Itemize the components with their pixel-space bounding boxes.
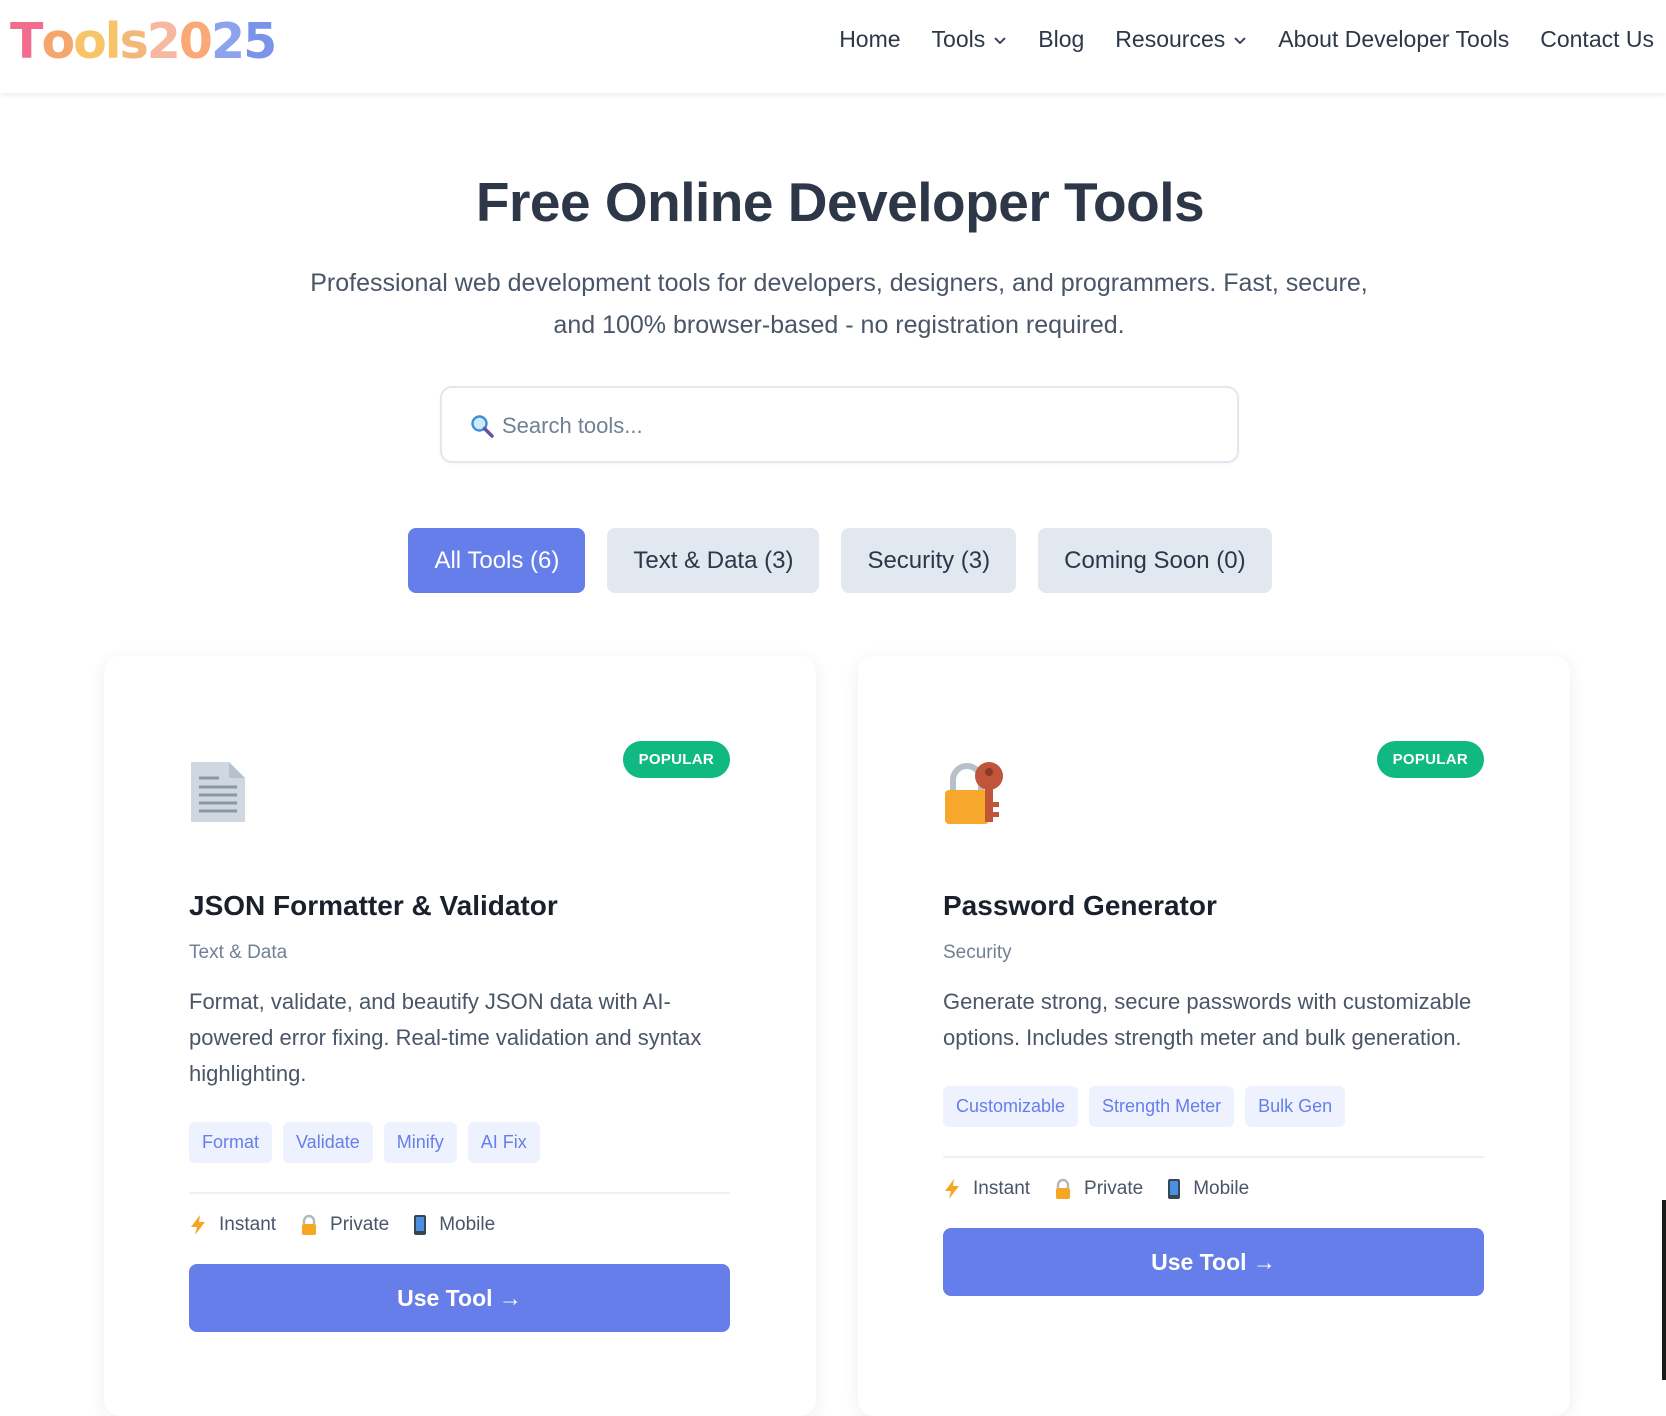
use-tool-button[interactable]: Use Tool → (943, 1228, 1484, 1296)
nav-home[interactable]: Home (839, 26, 900, 53)
lock-icon (302, 1214, 317, 1235)
filter-security[interactable]: Security (3) (841, 528, 1017, 593)
tag: Minify (383, 1122, 457, 1163)
feature-label: Mobile (439, 1214, 496, 1235)
nav-resources-label: Resources (1115, 26, 1226, 52)
card-features: Instant Private Mobile (943, 1178, 1273, 1200)
card-features: Instant Private Mobile (189, 1214, 519, 1236)
feature-label: Instant (219, 1214, 277, 1235)
popular-badge: POPULAR (1376, 741, 1484, 778)
card-description: Generate strong, secure passwords with c… (943, 989, 1472, 1050)
card-divider (189, 1192, 730, 1194)
feature-label: Mobile (1193, 1178, 1250, 1199)
tag: Bulk Gen (1245, 1086, 1346, 1127)
site-logo[interactable]: Tools2025 (10, 12, 277, 72)
feature-label: Private (330, 1214, 390, 1235)
feature-instant: Instant (189, 1214, 276, 1236)
lightning-icon (191, 1215, 205, 1235)
scrollbar-edge[interactable] (1662, 1200, 1666, 1380)
search-icon (471, 415, 494, 438)
nav-tools-label: Tools (931, 26, 986, 52)
feature-mobile: Mobile (413, 1214, 495, 1236)
tag: Validate (283, 1122, 373, 1163)
chevron-down-icon (1234, 36, 1246, 44)
lightning-icon (945, 1179, 959, 1199)
nav-contact[interactable]: Contact Us (1540, 26, 1654, 53)
card-category: Text & Data (189, 942, 288, 963)
filter-text-data[interactable]: Text & Data (3) (607, 528, 820, 593)
card-tags: Customizable Strength Meter Bulk Gen (943, 1086, 1356, 1127)
nav-home-label: Home (839, 26, 901, 52)
tag: Customizable (943, 1086, 1079, 1127)
feature-label: Private (1084, 1178, 1144, 1199)
document-icon (191, 762, 245, 822)
nav-about[interactable]: About Developer Tools (1278, 26, 1509, 53)
card-divider (943, 1156, 1484, 1158)
lock-icon (1056, 1178, 1071, 1199)
card-category: Security (943, 942, 1012, 963)
chevron-down-icon (994, 36, 1006, 44)
nav-blog[interactable]: Blog (1038, 26, 1084, 53)
search-input[interactable] (502, 406, 1202, 446)
tool-card-json: POPULAR JSON Formatter & Validator Text … (104, 656, 816, 1416)
card-description: Format, validate, and beautify JSON data… (189, 989, 702, 1086)
card-title: JSON Formatter & Validator (189, 890, 558, 921)
tag: Strength Meter (1089, 1086, 1235, 1127)
nav-resources[interactable]: Resources (1115, 26, 1247, 53)
feature-private: Private (1054, 1178, 1143, 1200)
nav-blog-label: Blog (1038, 26, 1085, 52)
main-nav: Home Tools Blog Resources About Develope… (808, 26, 1654, 53)
filter-coming-soon[interactable]: Coming Soon (0) (1038, 528, 1272, 593)
tag: AI Fix (467, 1122, 540, 1163)
nav-contact-label: Contact Us (1540, 26, 1654, 52)
mobile-icon (414, 1215, 427, 1235)
nav-about-label: About Developer Tools (1278, 26, 1510, 52)
site-header: Tools2025 Home Tools Blog Resources Abou… (0, 0, 1666, 93)
mobile-icon (1168, 1179, 1181, 1199)
page-subtitle: Professional web development tools for d… (310, 269, 1368, 339)
page-title: Free Online Developer Tools (475, 171, 1205, 233)
nav-tools[interactable]: Tools (932, 26, 1008, 53)
popular-badge: POPULAR (622, 741, 730, 778)
tool-card-password: POPULAR Password Generator Security Gene… (858, 656, 1570, 1416)
feature-label: Instant (973, 1178, 1031, 1199)
filter-all-tools[interactable]: All Tools (6) (408, 528, 586, 593)
feature-private: Private (300, 1214, 389, 1236)
use-tool-button[interactable]: Use Tool → (189, 1264, 730, 1332)
feature-instant: Instant (943, 1178, 1030, 1200)
card-tags: Format Validate Minify AI Fix (189, 1122, 551, 1163)
search-box[interactable] (440, 386, 1239, 463)
card-title: Password Generator (943, 890, 1217, 921)
tag: Format (189, 1122, 273, 1163)
lock-key-icon (945, 762, 1003, 824)
feature-mobile: Mobile (1167, 1178, 1249, 1200)
category-filters: All Tools (6) Text & Data (3) Security (… (0, 528, 1666, 593)
